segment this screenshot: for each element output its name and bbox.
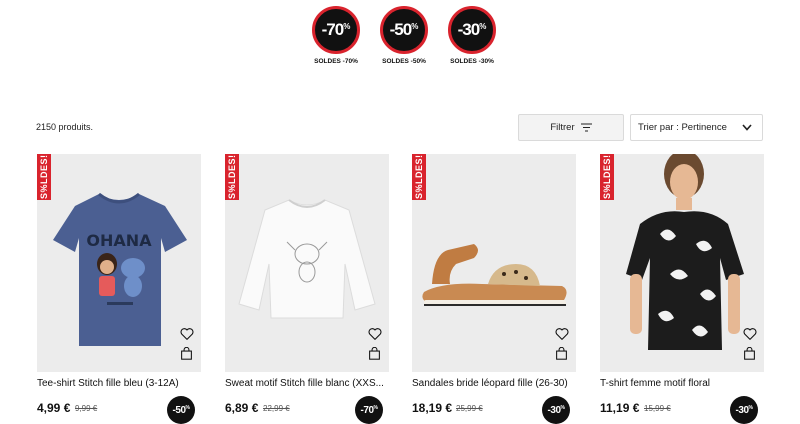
promo-badge: -30% xyxy=(448,6,496,54)
discount-badge: -50% xyxy=(167,396,195,424)
soldes-tag: S%LDES! xyxy=(37,154,51,200)
product-name[interactable]: Tee-shirt Stitch fille bleu (3-12A) xyxy=(37,378,201,389)
soldes-tag: S%LDES! xyxy=(225,154,239,200)
product-price: 18,19 € xyxy=(412,401,453,415)
product-old-price: 9,99 € xyxy=(75,404,98,413)
shirt-print-text: OHANA xyxy=(86,231,152,250)
heart-icon[interactable] xyxy=(179,326,195,342)
product-image[interactable]: S%LDES! xyxy=(225,154,389,372)
heart-icon[interactable] xyxy=(367,326,383,342)
product-photo-sweat xyxy=(238,199,376,319)
filter-label: Filtrer xyxy=(550,122,575,133)
promo-soldes-70[interactable]: -70% SOLDES -70% xyxy=(306,6,366,65)
sort-select[interactable]: Trier par : Pertinence xyxy=(630,114,763,141)
promo-label: SOLDES -30% xyxy=(450,58,494,65)
product-name[interactable]: Sandales bride léopard fille (26-30) xyxy=(412,378,576,389)
discount-badge: -70% xyxy=(355,396,383,424)
product-card[interactable]: OHANA S%LDES! Tee-shirt Stitch fille ble… xyxy=(37,154,201,424)
filter-icon xyxy=(580,123,592,132)
discount-badge: -30% xyxy=(730,396,758,424)
filter-button[interactable]: Filtrer xyxy=(518,114,624,141)
product-price: 11,19 € xyxy=(600,401,640,415)
discount-badge: -30% xyxy=(542,396,570,424)
product-photo-tshirt: OHANA xyxy=(53,192,187,346)
product-image[interactable]: S%LDES! xyxy=(600,154,764,372)
product-card[interactable]: S%LDES! Sandales bride léopard fille (26… xyxy=(412,154,576,424)
product-photo-sandals xyxy=(422,244,567,306)
promo-banner: -70% SOLDES -70% -50% SOLDES -50% -30% S… xyxy=(306,6,500,68)
product-old-price: 25,99 € xyxy=(456,404,483,413)
product-card[interactable]: S%LDES! Sweat motif Stitch fille blanc (… xyxy=(225,154,389,424)
product-photo-model xyxy=(626,154,744,350)
product-image[interactable]: OHANA S%LDES! xyxy=(37,154,201,372)
shopping-bag-icon[interactable] xyxy=(368,347,381,360)
promo-label: SOLDES -50% xyxy=(382,58,426,65)
product-card[interactable]: S%LDES! T-shirt femme motif floral 11,19… xyxy=(600,154,764,424)
sort-label: Trier par : Pertinence xyxy=(638,122,727,133)
promo-soldes-50[interactable]: -50% SOLDES -50% xyxy=(374,6,434,65)
product-old-price: 22,99 € xyxy=(263,404,290,413)
product-price: 6,89 € xyxy=(225,401,259,415)
shopping-bag-icon[interactable] xyxy=(555,347,568,360)
product-count: 2150 produits. xyxy=(36,122,94,132)
heart-icon[interactable] xyxy=(554,326,570,342)
product-old-price: 15,99 € xyxy=(644,404,671,413)
product-price: 4,99 € xyxy=(37,401,71,415)
product-name[interactable]: Sweat motif Stitch fille blanc (XXS... xyxy=(225,378,389,389)
heart-icon[interactable] xyxy=(742,326,758,342)
promo-badge: -50% xyxy=(380,6,428,54)
product-image[interactable]: S%LDES! xyxy=(412,154,576,372)
promo-soldes-30[interactable]: -30% SOLDES -30% xyxy=(442,6,502,65)
chevron-down-icon xyxy=(742,124,752,131)
shopping-bag-icon[interactable] xyxy=(180,347,193,360)
promo-label: SOLDES -70% xyxy=(314,58,358,65)
soldes-tag: S%LDES! xyxy=(412,154,426,200)
product-name[interactable]: T-shirt femme motif floral xyxy=(600,378,764,389)
promo-badge: -70% xyxy=(312,6,360,54)
shopping-bag-icon[interactable] xyxy=(743,347,756,360)
soldes-tag: S%LDES! xyxy=(600,154,614,200)
